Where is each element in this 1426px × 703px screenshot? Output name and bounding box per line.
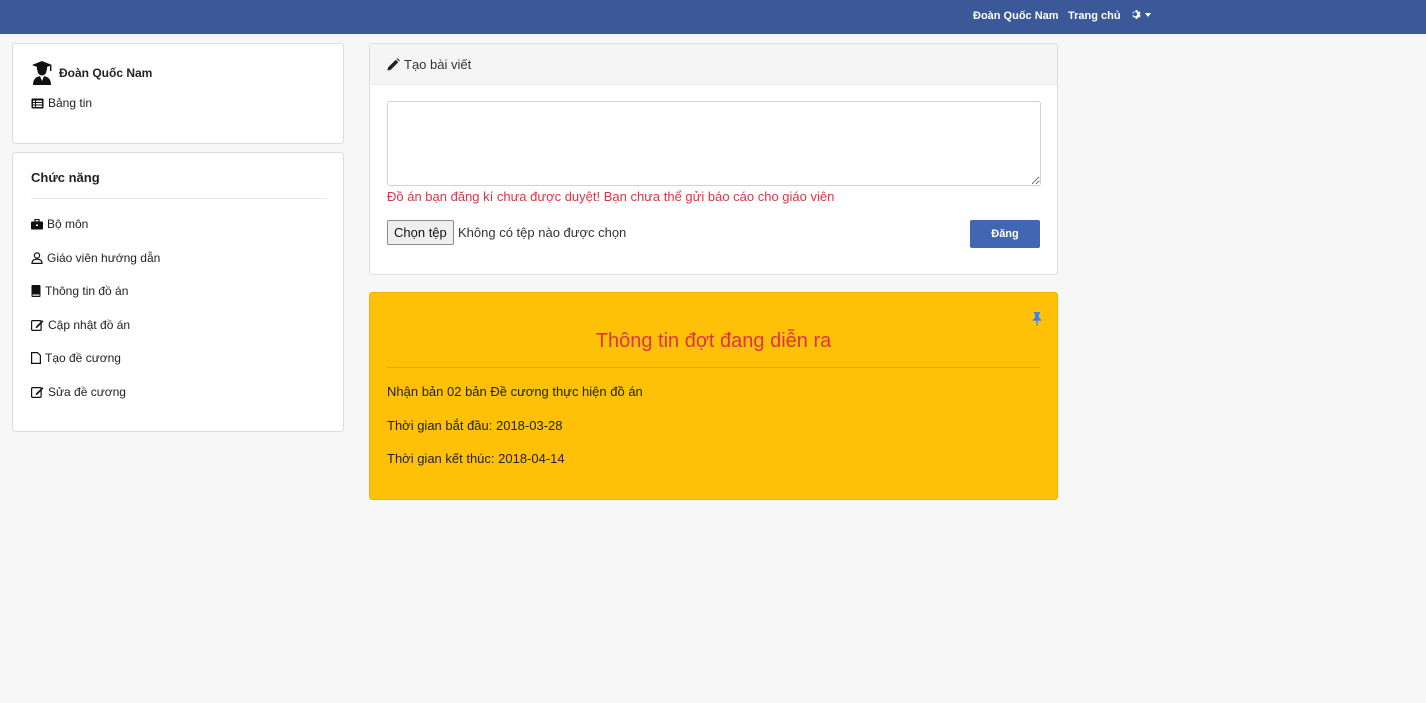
edit-icon bbox=[31, 387, 44, 398]
sidebar-item-feed[interactable]: Bảng tin bbox=[31, 96, 92, 110]
sidebar-item-label: Sửa đề cương bbox=[48, 385, 126, 399]
sidebar-item-label: Tạo đề cương bbox=[45, 351, 121, 365]
choose-file-button[interactable]: Chọn tệp bbox=[387, 220, 454, 245]
divider bbox=[31, 198, 327, 199]
list-card-icon bbox=[31, 98, 44, 108]
profile-card: Đoàn Quốc Nam Bảng tin bbox=[12, 43, 344, 144]
edit-icon bbox=[31, 320, 44, 331]
functions-card: Chức năng Bộ môn Giáo viên hướng dẫn Thô… bbox=[12, 152, 344, 432]
gear-icon bbox=[1132, 10, 1141, 19]
create-post-header: Tạo bài viết bbox=[370, 44, 1057, 85]
chevron-down-icon bbox=[1145, 12, 1151, 17]
divider bbox=[387, 367, 1041, 368]
settings-dropdown[interactable] bbox=[1131, 9, 1151, 20]
briefcase-icon bbox=[31, 218, 43, 229]
sidebar-item-create-outline[interactable]: Tạo đề cương bbox=[31, 351, 121, 365]
create-post-card: Tạo bài viết Đồ án bạn đăng kí chưa được… bbox=[369, 43, 1058, 275]
info-start-date: Thời gian bắt đầu: 2018-03-28 bbox=[387, 418, 563, 433]
pencil-icon bbox=[387, 58, 400, 71]
current-period-card: Thông tin đợt đang diễn ra Nhận bản 02 b… bbox=[369, 292, 1058, 500]
info-line: Nhận bản 02 bản Đề cương thực hiện đồ án bbox=[387, 384, 643, 399]
post-submit-button[interactable]: Đăng bbox=[970, 220, 1040, 248]
sidebar-item-department[interactable]: Bộ môn bbox=[31, 217, 88, 231]
post-textarea[interactable] bbox=[387, 101, 1041, 186]
sidebar-item-update-project[interactable]: Cập nhật đồ án bbox=[31, 318, 130, 332]
sidebar-item-label: Giáo viên hướng dẫn bbox=[47, 251, 161, 265]
nav-home-link[interactable]: Trang chủ bbox=[1068, 10, 1121, 22]
sidebar-item-project-info[interactable]: Thông tin đồ án bbox=[31, 284, 128, 298]
functions-title: Chức năng bbox=[31, 170, 100, 185]
sidebar-item-label: Bảng tin bbox=[48, 96, 93, 110]
user-icon bbox=[31, 252, 43, 264]
thumbtack-icon[interactable] bbox=[1032, 312, 1042, 326]
profile-header: Đoàn Quốc Nam bbox=[31, 60, 152, 86]
info-title: Thông tin đợt đang diễn ra bbox=[595, 330, 832, 352]
sidebar-item-advisor[interactable]: Giáo viên hướng dẫn bbox=[31, 251, 160, 265]
info-end-date: Thời gian kết thúc: 2018-04-14 bbox=[387, 451, 565, 466]
sidebar-item-label: Bộ môn bbox=[47, 217, 89, 231]
error-message: Đồ án bạn đăng kí chưa được duyệt! Bạn c… bbox=[387, 189, 835, 204]
file-icon bbox=[31, 352, 41, 364]
nav-user-link[interactable]: Đoàn Quốc Nam bbox=[973, 10, 1059, 22]
top-navbar: Đoàn Quốc Nam Trang chủ bbox=[0, 0, 1426, 34]
create-post-title: Tạo bài viết bbox=[404, 57, 472, 72]
book-icon bbox=[31, 285, 41, 297]
sidebar-item-edit-outline[interactable]: Sửa đề cương bbox=[31, 385, 126, 399]
sidebar-item-label: Thông tin đồ án bbox=[45, 284, 129, 298]
sidebar-item-label: Cập nhật đồ án bbox=[48, 318, 131, 332]
file-status: Không có tệp nào được chọn bbox=[458, 225, 627, 240]
graduate-user-icon bbox=[32, 61, 52, 85]
profile-name: Đoàn Quốc Nam bbox=[59, 66, 153, 80]
